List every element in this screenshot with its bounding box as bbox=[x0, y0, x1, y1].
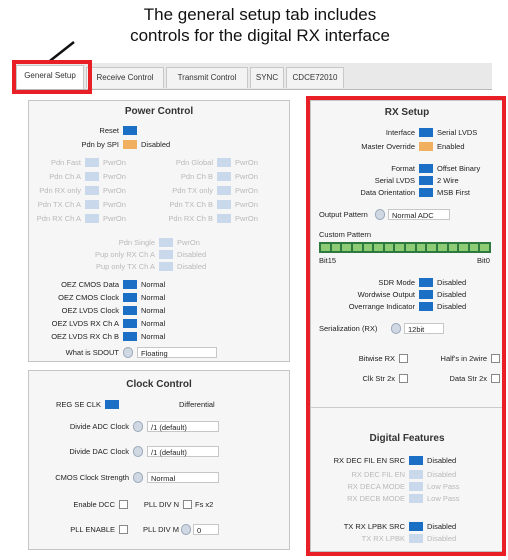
oez-cmos-clock-label: OEZ CMOS Clock bbox=[58, 293, 119, 302]
sdout-label: What is SDOUT bbox=[65, 348, 119, 357]
pll-div-n-label: PLL DIV N bbox=[143, 500, 179, 509]
pdn-fast-value: PwrOn bbox=[103, 158, 126, 167]
pup-rx-ch-a-label: Pup only RX Ch A bbox=[94, 250, 155, 259]
enable-dcc-checkbox[interactable] bbox=[119, 500, 128, 509]
pup-tx-ch-a-label: Pup only TX Ch A bbox=[95, 262, 155, 271]
div-adc-field[interactable]: /1 (default) bbox=[147, 421, 219, 432]
tab-highlight-box bbox=[12, 60, 92, 94]
oez-lvds-rx-b-label: OEZ LVDS RX Ch B bbox=[51, 332, 119, 341]
pdn-spi-toggle[interactable] bbox=[123, 140, 137, 149]
div-adc-label: Divide ADC Clock bbox=[69, 422, 129, 431]
oez-cmos-clock-value: Normal bbox=[141, 293, 166, 302]
reset-toggle[interactable] bbox=[123, 126, 137, 135]
pdn-ch-b-label: Pdn Ch B bbox=[180, 172, 213, 181]
oez-cmos-clock-toggle[interactable] bbox=[123, 293, 137, 302]
pup-tx-ch-a-toggle bbox=[159, 262, 173, 271]
pdn-fast-label: Pdn Fast bbox=[50, 158, 81, 167]
pdn-single-label: Pdn Single bbox=[118, 238, 155, 247]
pdn-ch-a-value: PwrOn bbox=[103, 172, 126, 181]
tab-cdce72010[interactable]: CDCE72010 bbox=[286, 67, 344, 88]
cmos-strength-label: CMOS Clock Strength bbox=[55, 473, 129, 482]
pdn-spi-value: Disabled bbox=[141, 140, 171, 149]
pup-rx-ch-a-value: Disabled bbox=[177, 250, 207, 259]
tab-transmit-control[interactable]: Transmit Control bbox=[166, 67, 248, 88]
reset-label: Reset bbox=[99, 126, 119, 135]
pll-div-m-spinner[interactable] bbox=[181, 524, 191, 535]
oez-lvds-clock-toggle[interactable] bbox=[123, 306, 137, 315]
pdn-ch-a-label: Pdn Ch A bbox=[49, 172, 81, 181]
pdn-tx-ch-b-toggle bbox=[217, 200, 231, 209]
oez-lvds-rx-b-value: Normal bbox=[141, 332, 166, 341]
tab-receive-control[interactable]: Receive Control bbox=[86, 67, 164, 88]
oez-lvds-clock-label: OEZ LVDS Clock bbox=[61, 306, 119, 315]
pdn-global-label: Pdn Global bbox=[175, 158, 213, 167]
oez-lvds-rx-a-label: OEZ LVDS RX Ch A bbox=[51, 319, 119, 328]
div-dac-field[interactable]: /1 (default) bbox=[147, 446, 219, 457]
pdn-fast-toggle bbox=[85, 158, 99, 167]
pdn-rx-ch-a-label: Pdn RX Ch A bbox=[36, 214, 81, 223]
pdn-ch-b-toggle bbox=[217, 172, 231, 181]
pdn-single-value: PwrOn bbox=[177, 238, 200, 247]
sdout-spinner[interactable] bbox=[123, 347, 133, 358]
pup-tx-ch-a-value: Disabled bbox=[177, 262, 207, 271]
pdn-rx-ch-b-label: Pdn RX Ch B bbox=[168, 214, 213, 223]
pll-div-m-label: PLL DIV M bbox=[143, 525, 179, 534]
div-dac-label: Divide DAC Clock bbox=[69, 447, 129, 456]
div-adc-spinner[interactable] bbox=[133, 421, 143, 432]
pup-rx-ch-a-toggle bbox=[159, 250, 173, 259]
pdn-tx-only-toggle bbox=[217, 186, 231, 195]
reg-se-clk-toggle[interactable] bbox=[105, 400, 119, 409]
reg-se-clk-label: REG SE CLK bbox=[55, 400, 101, 409]
power-control-title: Power Control bbox=[124, 106, 194, 117]
pdn-rx-only-toggle bbox=[85, 186, 99, 195]
tab-sync[interactable]: SYNC bbox=[250, 67, 284, 88]
pdn-global-toggle bbox=[217, 158, 231, 167]
oez-lvds-rx-a-value: Normal bbox=[141, 319, 166, 328]
cmos-strength-field[interactable]: Normal bbox=[147, 472, 219, 483]
enable-dcc-label: Enable DCC bbox=[73, 500, 115, 509]
pdn-rx-ch-b-value: PwrOn bbox=[235, 214, 258, 223]
pll-div-n-checkbox[interactable] bbox=[183, 500, 192, 509]
pll-enable-label: PLL ENABLE bbox=[70, 525, 115, 534]
pdn-tx-ch-a-toggle bbox=[85, 200, 99, 209]
pdn-ch-a-toggle bbox=[85, 172, 99, 181]
div-dac-spinner[interactable] bbox=[133, 446, 143, 457]
pdn-spi-label: Pdn by SPI bbox=[81, 140, 119, 149]
pdn-tx-ch-b-value: PwrOn bbox=[235, 200, 258, 209]
rx-setup-highlight-box bbox=[306, 96, 506, 556]
pdn-tx-ch-a-label: Pdn TX Ch A bbox=[37, 200, 81, 209]
cmos-strength-spinner[interactable] bbox=[133, 472, 143, 483]
oez-cmos-data-value: Normal bbox=[141, 280, 166, 289]
oez-lvds-rx-b-toggle[interactable] bbox=[123, 332, 137, 341]
pll-enable-checkbox[interactable] bbox=[119, 525, 128, 534]
pdn-tx-only-label: Pdn TX only bbox=[172, 186, 213, 195]
pdn-global-value: PwrOn bbox=[235, 158, 258, 167]
oez-lvds-clock-value: Normal bbox=[141, 306, 166, 315]
oez-lvds-rx-a-toggle[interactable] bbox=[123, 319, 137, 328]
reg-se-clk-value: Differential bbox=[179, 400, 215, 409]
pdn-rx-ch-a-toggle bbox=[85, 214, 99, 223]
pll-div-n-value: Fs x2 bbox=[195, 500, 214, 509]
oez-cmos-data-toggle[interactable] bbox=[123, 280, 137, 289]
pll-div-m-field[interactable]: 0 bbox=[193, 524, 219, 535]
pdn-tx-only-value: PwrOn bbox=[235, 186, 258, 195]
pdn-rx-ch-a-value: PwrOn bbox=[103, 214, 126, 223]
pdn-rx-only-value: PwrOn bbox=[103, 186, 126, 195]
power-control-panel: Power Control Reset Pdn by SPI Disabled … bbox=[28, 100, 290, 362]
clock-control-panel: Clock Control REG SE CLK Differential Di… bbox=[28, 370, 290, 550]
pdn-rx-only-label: Pdn RX only bbox=[39, 186, 81, 195]
oez-cmos-data-label: OEZ CMOS Data bbox=[61, 280, 119, 289]
sdout-field[interactable]: Floating bbox=[137, 347, 217, 358]
clock-control-title: Clock Control bbox=[126, 379, 192, 390]
pdn-rx-ch-b-toggle bbox=[217, 214, 231, 223]
pdn-ch-b-value: PwrOn bbox=[235, 172, 258, 181]
pdn-single-toggle bbox=[159, 238, 173, 247]
pdn-tx-ch-a-value: PwrOn bbox=[103, 200, 126, 209]
pdn-tx-ch-b-label: Pdn TX Ch B bbox=[169, 200, 213, 209]
